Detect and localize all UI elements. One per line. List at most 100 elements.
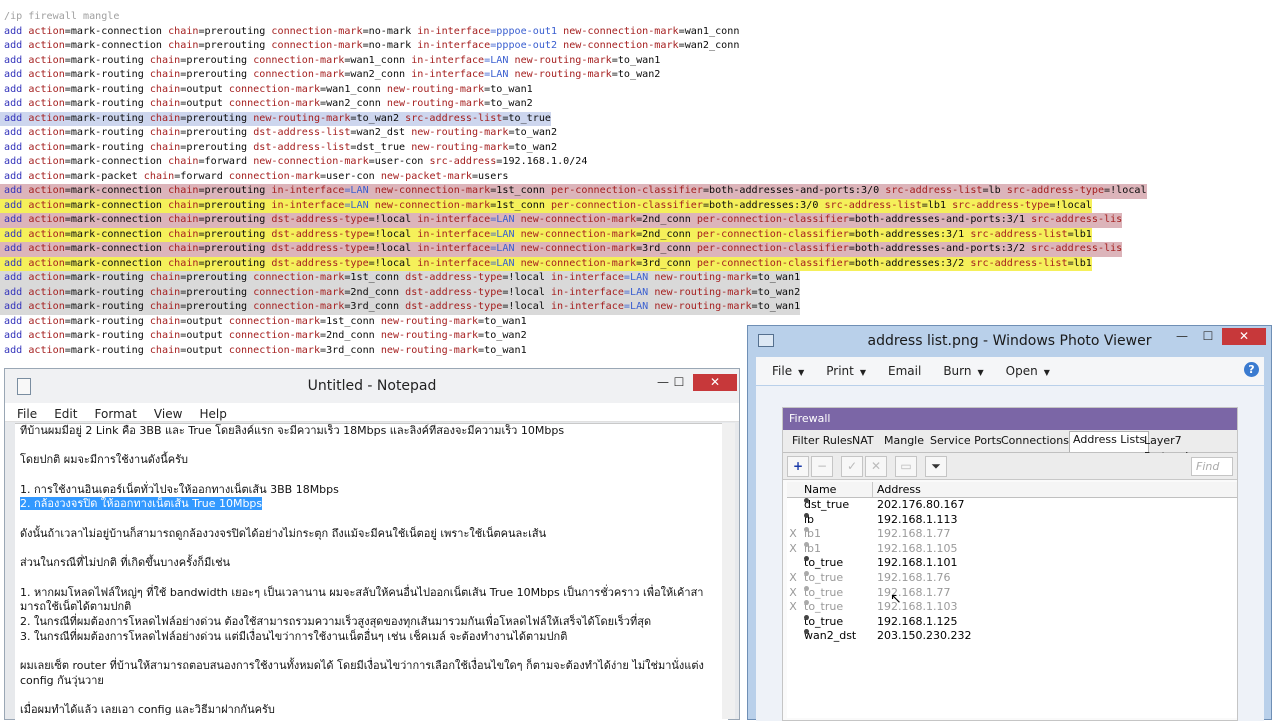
code-token: =mark-routing bbox=[64, 315, 150, 327]
code-token: per-connection-classifier bbox=[696, 243, 849, 254]
notepad-line-text: 3. ในกรณีที่ผมต้องการโหลดไฟล์อย่างด่วน แ… bbox=[20, 629, 568, 643]
row-name-cell: lb1 bbox=[804, 527, 821, 542]
viewer-menu-email[interactable]: Email bbox=[888, 357, 921, 385]
row-address: 192.168.1.105 bbox=[877, 541, 958, 555]
code-line: add action=mark-routing chain=prerouting… bbox=[0, 68, 1280, 83]
row-name-cell: dst_true bbox=[804, 498, 849, 513]
code-token: chain bbox=[149, 112, 181, 124]
notepad-scrollbar[interactable] bbox=[722, 423, 735, 719]
code-token: chain bbox=[149, 272, 181, 283]
notepad-text-area[interactable]: ที่บ้านผมมีอยู่ 2 Link คือ 3BB และ True … bbox=[15, 423, 728, 720]
code-token: add bbox=[4, 170, 29, 182]
notepad-menubar: File Edit Format View Help bbox=[5, 403, 739, 422]
code-token: new-connection-mark bbox=[520, 243, 637, 254]
table-row: Xlb1 192.168.1.105 bbox=[787, 541, 1237, 557]
address-list-table: Name Address dst_true 202.176.80.167 lb 192… bbox=[787, 482, 1237, 718]
code-token: in-interface bbox=[417, 25, 491, 37]
row-address: 203.150.230.232 bbox=[877, 629, 972, 643]
code-token: =users bbox=[471, 170, 509, 182]
menu-view[interactable]: View bbox=[154, 405, 182, 423]
code-token: chain bbox=[149, 330, 181, 341]
code-token: =to_wan2 bbox=[611, 69, 661, 80]
code-token: =wan1_conn bbox=[678, 25, 740, 37]
code-line: add action=mark-routing chain=prerouting… bbox=[0, 300, 1280, 315]
code-token: =mark-connection bbox=[64, 40, 169, 51]
viewer-menu-print[interactable]: Print ▼ bbox=[826, 357, 866, 387]
code-token: in-interface bbox=[417, 228, 491, 240]
code-token: dst-address-type bbox=[405, 272, 503, 283]
code-line: /ip firewall mangle bbox=[0, 10, 1280, 25]
row-name-cell: to_true bbox=[804, 556, 843, 571]
code-token: =mark-routing bbox=[64, 83, 150, 95]
code-line-text: /ip firewall mangle bbox=[0, 10, 119, 25]
viewer-maximize-button[interactable]: ☐ bbox=[1194, 328, 1222, 345]
code-token: =to_wan2 bbox=[478, 330, 527, 341]
code-token: action bbox=[28, 40, 65, 51]
menu-format[interactable]: Format bbox=[95, 405, 137, 423]
code-token: chain bbox=[149, 83, 181, 95]
table-row: Xlb1 192.168.1.77 bbox=[787, 527, 1237, 542]
notepad-line: 2. กล้องวงจรปิด ให้ออกทางเน็ตเส้น True 1… bbox=[15, 497, 728, 512]
code-token: in-interface bbox=[550, 301, 624, 312]
close-button[interactable]: ✕ bbox=[693, 374, 737, 391]
code-token: add bbox=[4, 69, 29, 80]
code-token: add bbox=[4, 185, 29, 196]
entry-dot-icon bbox=[804, 570, 809, 576]
code-token: src-address bbox=[429, 156, 497, 167]
code-token: in-interface bbox=[411, 69, 485, 80]
code-token: =prerouting bbox=[198, 185, 272, 196]
winbox-tab: Filter Rules bbox=[792, 434, 853, 447]
code-line: add action=mark-connection chain=prerout… bbox=[0, 227, 1280, 242]
code-token: action bbox=[28, 243, 65, 254]
code-token: src-address-type bbox=[952, 199, 1050, 211]
code-token: connection-mark bbox=[253, 69, 345, 80]
viewer-menu-open[interactable]: Open ▼ bbox=[1006, 357, 1050, 387]
code-token: new-connection-mark bbox=[520, 214, 637, 225]
row-address: 202.176.80.167 bbox=[877, 498, 965, 511]
menu-help[interactable]: Help bbox=[200, 405, 227, 423]
code-token: dst-address-type bbox=[271, 243, 369, 254]
viewer-close-button[interactable]: ✕ bbox=[1222, 328, 1266, 345]
code-line-text: add action=mark-connection chain=prerout… bbox=[0, 25, 739, 40]
notepad-titlebar[interactable]: Untitled - Notepad — ☐ ✕ bbox=[5, 369, 739, 403]
code-token: add bbox=[4, 257, 29, 269]
viewer-minimize-button[interactable]: — bbox=[1168, 328, 1196, 345]
code-token: =prerouting bbox=[180, 301, 254, 312]
winbox-tabs: Filter Rules NAT Mangle Service Ports Connec… bbox=[783, 430, 1237, 463]
viewer-menu-label: Open bbox=[1005, 364, 1038, 378]
code-token: =!local bbox=[1104, 185, 1147, 196]
table-header: Name Address bbox=[787, 482, 1237, 498]
notepad-line-text: ดังนั้นถ้าเวลาไม่อยู่บ้านก็สามารถดูกล้อง… bbox=[20, 526, 547, 540]
code-token: =prerouting bbox=[180, 112, 254, 124]
image-canvas[interactable]: Firewall Filter Rules NAT Mangle Service Po… bbox=[756, 386, 1264, 721]
entry-dot-icon bbox=[804, 498, 809, 503]
viewer-menu-file[interactable]: File ▼ bbox=[772, 357, 804, 387]
row-address: 192.168.1.113 bbox=[877, 512, 958, 526]
code-token: add bbox=[4, 141, 29, 153]
code-token: dst-address-type bbox=[271, 228, 369, 240]
notepad-line: 1. หากผมโหลดไฟล์ใหญ่ๆ ที่ใช้ bandwidth เ… bbox=[15, 586, 728, 601]
viewer-menu-burn[interactable]: Burn ▼ bbox=[943, 357, 983, 387]
code-token: =lb1 bbox=[1067, 257, 1092, 269]
code-token: per-connection-classifier bbox=[696, 257, 849, 269]
code-token: per-connection-classifier bbox=[551, 185, 703, 196]
code-token: =to_wan1 bbox=[478, 344, 527, 356]
code-line: add action=mark-connection chain=prerout… bbox=[0, 184, 1280, 199]
code-token: =3rd_conn bbox=[636, 257, 697, 269]
code-line: add action=mark-connection chain=prerout… bbox=[0, 198, 1280, 213]
code-line: add action=mark-routing chain=output con… bbox=[0, 83, 1280, 98]
code-line-text: add action=mark-routing chain=output con… bbox=[0, 97, 533, 112]
winbox-tab: Connections bbox=[1001, 434, 1069, 447]
maximize-button[interactable]: ☐ bbox=[665, 374, 693, 391]
row-name: to_true bbox=[804, 614, 844, 628]
table-row: dst_true 202.176.80.167 bbox=[787, 498, 1237, 513]
code-token: action bbox=[28, 257, 65, 269]
menu-edit[interactable]: Edit bbox=[54, 405, 77, 423]
code-token: =prerouting bbox=[198, 214, 272, 225]
photo-viewer-titlebar[interactable]: address list.png - Windows Photo Viewer … bbox=[748, 326, 1271, 356]
code-token: =both-addresses:3/2 bbox=[848, 257, 971, 269]
code-token: action bbox=[28, 185, 65, 196]
help-icon[interactable]: ? bbox=[1244, 362, 1259, 377]
code-line: add action=mark-packet chain=forward con… bbox=[0, 170, 1280, 185]
menu-file[interactable]: File bbox=[17, 405, 37, 423]
